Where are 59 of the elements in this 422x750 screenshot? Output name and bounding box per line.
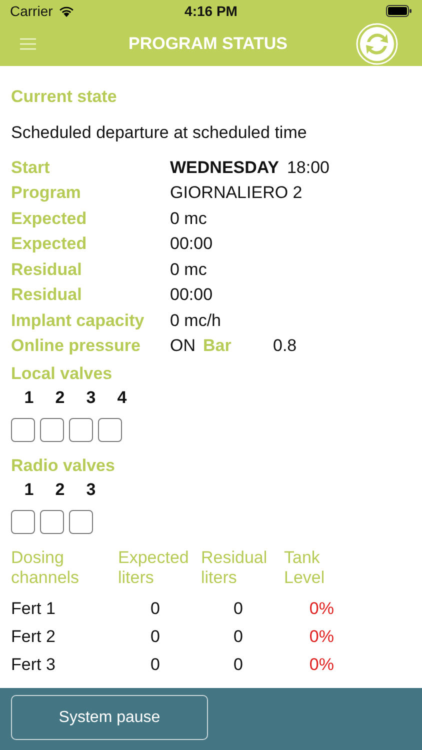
- column-header: Residual liters: [201, 548, 268, 588]
- valve-checkbox[interactable]: [11, 510, 35, 534]
- channel-name: Fert 3: [11, 655, 56, 675]
- valve-checkbox[interactable]: [40, 510, 64, 534]
- section-title: Radio valves: [11, 455, 116, 477]
- section-title: Current state: [11, 86, 118, 108]
- table-cell-text: 0: [150, 655, 161, 675]
- valve-checkbox[interactable]: [11, 418, 35, 442]
- table-cell-text: 0: [150, 627, 161, 647]
- column-header: Tank Level: [284, 548, 326, 588]
- section-title: Local valves: [11, 363, 114, 385]
- tank-level: 0%: [308, 599, 335, 619]
- field-value: 00:00: [170, 234, 213, 254]
- system-pause-button[interactable]: System pause: [11, 695, 208, 740]
- field-label: Residual: [11, 260, 83, 280]
- field-label: Start: [11, 158, 51, 178]
- state-message: Scheduled departure at scheduled time: [11, 122, 308, 144]
- field-label: Program: [11, 183, 82, 204]
- valve-number: 1: [23, 388, 35, 408]
- table-cell-text: 0: [232, 655, 244, 675]
- field-value: 0 mc: [170, 260, 207, 280]
- page-title: PROGRAM STATUS: [128, 34, 288, 54]
- tank-level: 0%: [308, 627, 335, 647]
- field-label: Residual: [11, 285, 83, 306]
- field-value: 0 mc/h: [170, 310, 222, 331]
- field-value: 0.8: [273, 336, 297, 356]
- field-value: 0 mc: [170, 208, 207, 229]
- column-header: Dosing channels: [11, 548, 80, 588]
- table-cell-text: 0: [232, 627, 244, 647]
- valve-number: 3: [85, 480, 97, 500]
- valve-number: 2: [54, 388, 66, 408]
- field-label: Online pressure: [11, 336, 142, 356]
- field-value: WEDNESDAY: [170, 158, 279, 178]
- valve-checkbox[interactable]: [69, 418, 93, 442]
- field-label: Bar: [203, 336, 232, 356]
- valve-number: 2: [54, 480, 66, 500]
- field-value: 00:00: [170, 285, 213, 306]
- wifi-icon: [58, 5, 75, 17]
- column-header: Expected liters: [118, 548, 190, 588]
- valve-checkbox[interactable]: [69, 510, 93, 534]
- table-cell-text: 0: [232, 599, 244, 619]
- table-cell-text: 0: [150, 599, 161, 619]
- carrier-label: Carrier: [10, 3, 53, 19]
- valve-number: 1: [23, 480, 35, 500]
- valve-number: 4: [116, 388, 128, 408]
- field-value: 18:00: [286, 158, 330, 178]
- valve-checkbox[interactable]: [98, 418, 122, 442]
- valve-checkbox[interactable]: [40, 418, 64, 442]
- valve-number: 3: [85, 388, 97, 408]
- field-label: Implant capacity: [11, 310, 146, 331]
- field-label: Expected: [11, 208, 88, 229]
- field-label: Expected: [11, 234, 88, 254]
- field-value: ON: [170, 336, 195, 356]
- tank-level: 0%: [308, 655, 335, 675]
- channel-name: Fert 1: [11, 599, 56, 619]
- clock-time: 4:16 PM: [184, 3, 238, 19]
- battery-icon: [386, 5, 412, 17]
- channel-name: Fert 2: [11, 627, 56, 647]
- field-value: GIORNALIERO 2: [170, 183, 302, 204]
